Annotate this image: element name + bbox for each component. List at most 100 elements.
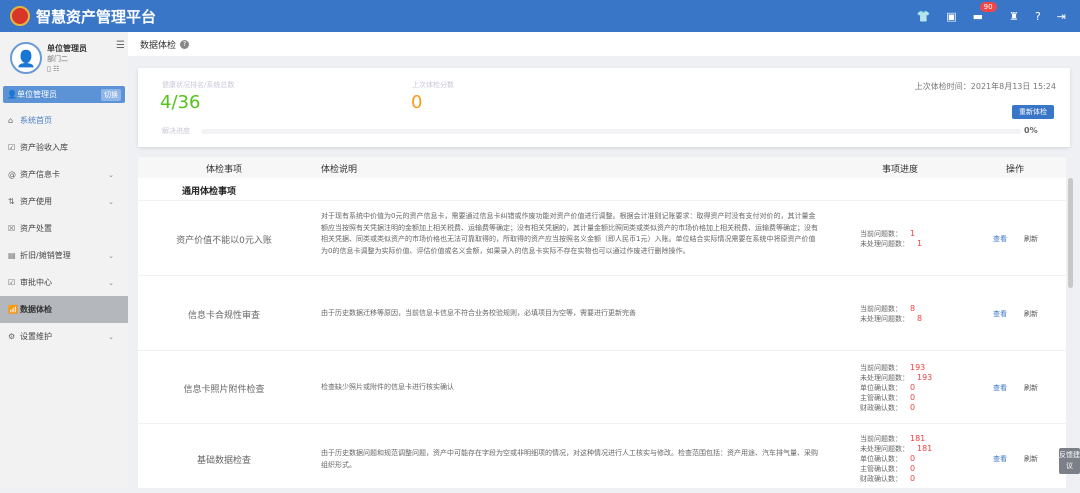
refresh-link[interactable]: 刷新 xyxy=(1024,454,1038,464)
user-dept: 部门二 xyxy=(47,55,68,63)
scrollbar[interactable] xyxy=(1068,178,1073,288)
stat-value: 0 xyxy=(910,454,916,463)
sidebar-item-label: 折旧/摊销管理 xyxy=(20,251,71,260)
sidebar-item[interactable]: 📶 数据体检 xyxy=(0,296,128,323)
stat-label: 单位确认数： xyxy=(860,455,902,463)
score-value: 0 xyxy=(411,92,423,113)
table-header: 体检事项 体检说明 事项进度 操作 xyxy=(138,157,1066,178)
stat-label: 财政确认数： xyxy=(860,475,902,483)
list-icon[interactable]: ☷ xyxy=(53,65,59,73)
stat-label: 当前问题数： xyxy=(860,304,902,313)
refresh-link[interactable]: 刷新 xyxy=(1024,383,1038,393)
page-title: 数据体检 xyxy=(140,40,177,51)
feedback-button[interactable]: 反馈建议 xyxy=(1059,448,1080,474)
sidebar-item[interactable]: ☑ 资产验收入库 xyxy=(0,134,128,161)
dispose-icon: ☒ xyxy=(8,224,16,233)
stat-label: 当前问题数： xyxy=(860,435,902,443)
checkbox-icon: ☑ xyxy=(8,143,16,152)
role-label: 单位管理员 xyxy=(16,90,57,99)
stat-label: 未处理问题数： xyxy=(860,239,909,248)
stat-label: 未处理问题数： xyxy=(860,445,909,453)
col-action: 操作 xyxy=(1006,165,1025,175)
chevron-down-icon: ⌄ xyxy=(108,278,114,287)
item-desc: 由于历史数据迁移等原因，当前信息卡信息不符合业务校验规则，必填项目为空等，需要进… xyxy=(321,308,636,317)
stat-label: 财政确认数： xyxy=(860,403,902,412)
table-row: 信息卡照片附件检查 检查缺少照片或附件的信息卡进行核实确认 当前问题数： 193 未… xyxy=(138,350,1066,423)
refresh-link[interactable]: 刷新 xyxy=(1024,234,1038,244)
stat-value: 0 xyxy=(910,474,916,483)
col-desc: 体检说明 xyxy=(321,165,358,175)
last-check-time: 上次体检时间：2021年8月13日 15:24 xyxy=(914,82,1056,91)
stat-label: 当前问题数： xyxy=(860,229,902,238)
sidebar-item[interactable]: ☑ 审批中心 ⌄ xyxy=(0,269,128,296)
at-icon: @ xyxy=(8,170,16,179)
avatar[interactable]: 👤 xyxy=(10,42,42,74)
depreciation-icon: ▤ xyxy=(8,251,16,260)
settings-icon: ⚙ xyxy=(8,332,16,341)
stat-value: 181 xyxy=(910,434,926,443)
refresh-link[interactable]: 刷新 xyxy=(1024,309,1038,319)
approve-icon: ☑ xyxy=(8,278,16,287)
stat-label: 主管确认数： xyxy=(860,465,902,473)
sidebar-item[interactable]: ⌂ 系统首页 xyxy=(0,107,128,134)
user-name: 单位管理员 xyxy=(47,44,87,53)
view-link[interactable]: 查看 xyxy=(993,309,1007,319)
col-progress: 事项进度 xyxy=(882,165,919,175)
chevron-down-icon: ⌄ xyxy=(108,251,114,260)
sidebar-item[interactable]: ☒ 资产处置 xyxy=(0,215,128,242)
recheck-button[interactable]: 重新体检 xyxy=(1012,105,1054,119)
item-name: 信息卡合规性审查 xyxy=(187,310,260,321)
sidebar-item[interactable]: ⇅ 资产使用 ⌄ xyxy=(0,188,128,215)
stat-value: 1 xyxy=(917,238,923,248)
chevron-down-icon: ⌄ xyxy=(108,332,114,341)
shirt-icon[interactable]: 👕 xyxy=(917,10,931,23)
sidebar-item-label: 审批中心 xyxy=(20,278,52,287)
sidebar-item[interactable]: ⚙ 设置维护 ⌄ xyxy=(0,323,128,350)
chevron-down-icon: ⌄ xyxy=(108,197,114,206)
stat-label: 当前问题数： xyxy=(860,363,902,372)
user-icon: 👤 xyxy=(7,90,17,99)
alarm-icon[interactable]: ♜ xyxy=(1009,10,1019,23)
rank-value: 4/36 xyxy=(160,92,201,113)
top-bar: 智慧资产管理平台 👕 ▣ ▬ 90 ♜ ? ⇥ xyxy=(0,0,1080,32)
message-icon[interactable]: ▬ 90 xyxy=(973,1,997,23)
progress-bar xyxy=(201,129,1021,134)
item-desc: 对于现有系统中价值为0元的资产信息卡，需要通过信息卡纠错或作废功能对资产价值进行… xyxy=(321,212,818,255)
table-row: 信息卡合规性审查 由于历史数据迁移等原因，当前信息卡信息不符合业务校验规则，必填… xyxy=(138,275,1066,350)
sidebar-item-label: 数据体检 xyxy=(20,305,52,314)
archive-icon[interactable]: ▣ xyxy=(946,10,956,23)
stat-value: 193 xyxy=(910,362,926,372)
group-title: 通用体检事项 xyxy=(182,187,237,197)
view-link[interactable]: 查看 xyxy=(993,383,1007,393)
sidebar-item-label: 系统首页 xyxy=(20,116,52,125)
stat-value: 0 xyxy=(910,402,916,412)
home-icon: ⌂ xyxy=(8,116,14,125)
item-stats: 当前问题数： 8 未处理问题数： 8 xyxy=(860,304,922,324)
logout-icon[interactable]: ⇥ xyxy=(1057,10,1066,23)
score-label: 上次体检分数 xyxy=(412,81,454,89)
progress-label: 解决进度 xyxy=(162,127,190,135)
sidebar-item[interactable]: @ 资产信息卡 ⌄ xyxy=(0,161,128,188)
sidebar-item[interactable]: ▤ 折旧/摊销管理 ⌄ xyxy=(0,242,128,269)
item-name: 资产价值不能以0元入账 xyxy=(176,235,272,246)
stat-value: 0 xyxy=(910,382,916,392)
item-name: 基础数据检查 xyxy=(196,456,251,466)
item-stats: 当前问题数： 181 未处理问题数： 181 单位确认数： 0 主管确认数： 0 财政确认数： 0 xyxy=(860,434,932,484)
help-icon[interactable]: ? xyxy=(180,39,190,49)
role-bar: 👤 单位管理员 切换 xyxy=(3,86,125,103)
stat-label: 未处理问题数： xyxy=(860,314,909,323)
stat-value: 8 xyxy=(910,303,916,313)
collapse-menu-icon[interactable]: ☰ xyxy=(116,40,125,51)
item-desc: 由于历史数据问题和规范调整问题，资产中可能存在字段为空或非明细项的情况，对这种情… xyxy=(321,449,818,469)
stat-label: 主管确认数： xyxy=(860,393,902,402)
item-stats: 当前问题数： 193 未处理问题数： 193 单位确认数： 0 主管确认数： 0 财政确认数： 0 xyxy=(860,363,932,413)
phone-icon[interactable]: ▯ xyxy=(47,65,51,73)
rank-label: 健康状况排名/系统总数 xyxy=(162,81,235,89)
help-icon[interactable]: ? xyxy=(1035,10,1041,23)
stat-label: 未处理问题数： xyxy=(860,373,909,382)
switch-role-button[interactable]: 切换 xyxy=(101,89,121,101)
item-stats: 当前问题数： 1 未处理问题数： 1 xyxy=(860,229,922,249)
stat-value: 181 xyxy=(917,444,933,453)
view-link[interactable]: 查看 xyxy=(993,454,1007,464)
view-link[interactable]: 查看 xyxy=(993,234,1007,244)
